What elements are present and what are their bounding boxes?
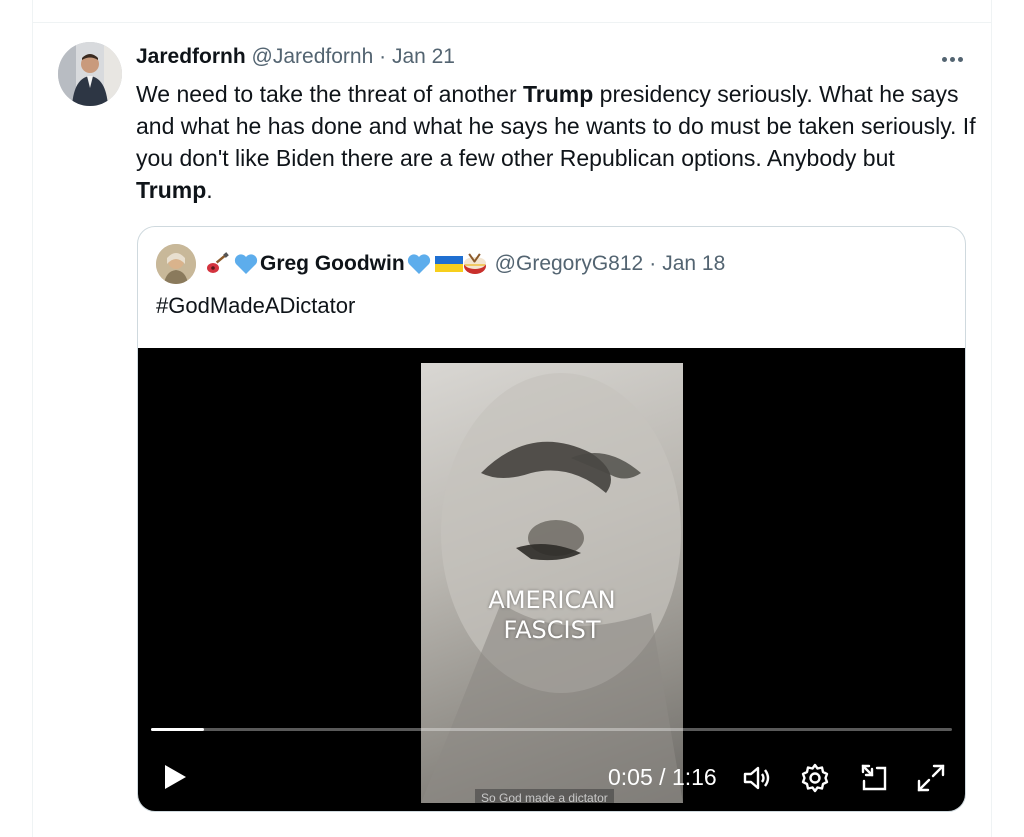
video-time-separator: / (652, 764, 672, 790)
minimize-icon (861, 764, 887, 791)
settings-icon (801, 763, 829, 793)
header-separator: · (379, 45, 387, 68)
minimize-player-button[interactable] (858, 762, 890, 794)
video-current-time: 0:05 (608, 764, 653, 790)
more-options-button[interactable] (937, 44, 967, 74)
blue-heart-emoji-icon (406, 252, 432, 276)
more-horizontal-icon (940, 56, 964, 62)
author-name[interactable]: Jaredfornh (136, 45, 246, 68)
quoted-author-avatar[interactable] (156, 244, 196, 284)
video-caption: So God made a dictator (475, 789, 614, 803)
video-frame: AMERICAN FASCIST So God made a dictator (421, 363, 683, 803)
tweet-text-bold1: Trump (523, 81, 594, 107)
ukraine-flag-emoji-icon (434, 252, 463, 276)
tweet-text-part1: We need to take the threat of another (136, 81, 524, 107)
column-border-left (32, 0, 33, 837)
mute-button[interactable] (741, 762, 773, 794)
video-progress-bar[interactable] (151, 728, 952, 731)
quoted-tweet[interactable]: Greg Goodwin @GregoryG812 · Jan 18 #GodM… (137, 226, 966, 812)
video-player[interactable]: AMERICAN FASCIST So God made a dictator … (138, 348, 965, 811)
tweet-divider (33, 22, 991, 23)
quoted-author-handle[interactable]: @GregoryG812 (495, 250, 644, 278)
play-button[interactable] (160, 762, 190, 792)
author-avatar[interactable] (58, 42, 122, 106)
video-duration: 1:16 (671, 764, 717, 790)
quoted-author-name[interactable]: Greg Goodwin (260, 250, 405, 278)
video-progress-fill (151, 728, 204, 731)
tweet-header: Jaredfornh @Jaredfornh · Jan 21 (136, 43, 455, 71)
tweet-text: We need to take the threat of another Tr… (136, 78, 976, 206)
fullscreen-icon (917, 764, 945, 792)
video-time: 0:05 / 1:16 (608, 762, 717, 792)
settings-button[interactable] (799, 762, 831, 794)
blue-heart-emoji-icon (233, 252, 259, 276)
volume-icon (743, 766, 770, 790)
play-icon (165, 765, 186, 789)
quoted-tweet-date[interactable]: Jan 18 (662, 250, 725, 278)
video-overlay-text: AMERICAN FASCIST (421, 585, 683, 645)
drum-emoji-icon (462, 252, 488, 276)
quoted-tweet-text[interactable]: #GodMadeADictator (156, 292, 355, 320)
quoted-header-separator: · (649, 252, 657, 275)
guitar-emoji-icon (205, 252, 231, 276)
tweet-text-part3: . (206, 177, 213, 203)
video-overlay-line2: FASCIST (503, 616, 601, 644)
author-handle[interactable]: @Jaredfornh (252, 45, 374, 68)
fullscreen-button[interactable] (915, 762, 947, 794)
quoted-tweet-header: Greg Goodwin @GregoryG812 · Jan 18 (204, 250, 725, 278)
video-overlay-line1: AMERICAN (488, 586, 616, 614)
tweet-date[interactable]: Jan 21 (392, 45, 455, 68)
tweet-text-bold2: Trump (136, 177, 207, 203)
column-border-right (991, 0, 992, 837)
